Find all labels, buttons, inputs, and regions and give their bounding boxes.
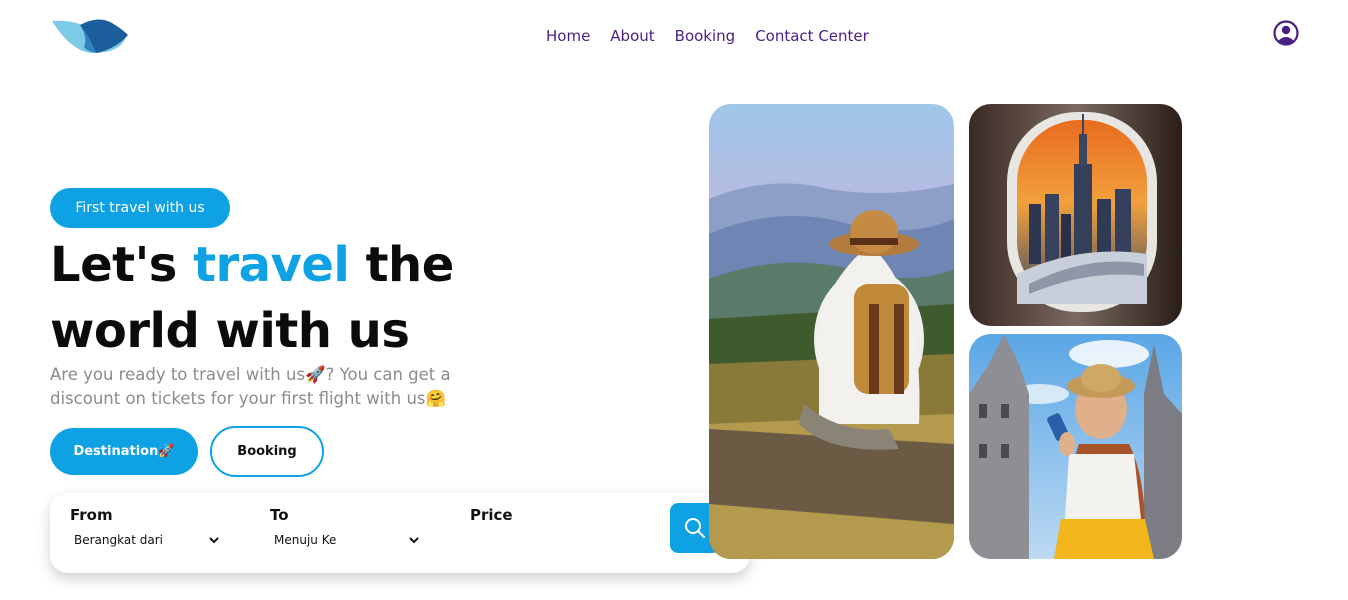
nav-contact-center[interactable]: Contact Center bbox=[755, 27, 869, 45]
first-travel-badge[interactable]: First travel with us bbox=[50, 188, 230, 228]
to-value: Menuju Ke bbox=[274, 533, 337, 547]
nav-about[interactable]: About bbox=[610, 27, 654, 45]
airplane-window-photo bbox=[969, 104, 1182, 326]
from-value: Berangkat dari bbox=[74, 533, 163, 547]
rocket-emoji-icon: 🚀 bbox=[305, 365, 326, 384]
booking-button[interactable]: Booking bbox=[210, 426, 324, 477]
chevron-down-icon bbox=[209, 537, 219, 544]
to-label: To bbox=[270, 506, 289, 524]
search-icon bbox=[685, 518, 706, 539]
from-select[interactable]: Berangkat dari bbox=[70, 530, 220, 550]
hero-subtext: Are you ready to travel with us🚀? You ca… bbox=[50, 363, 470, 411]
rocket-icon: 🚀 bbox=[158, 444, 175, 459]
nav-booking[interactable]: Booking bbox=[675, 27, 736, 45]
headline-accent: travel bbox=[193, 237, 350, 293]
hero-headline: Let's travel the world with us bbox=[50, 232, 610, 364]
nav-home[interactable]: Home bbox=[546, 27, 590, 45]
hug-emoji-icon: 🤗 bbox=[425, 389, 447, 408]
destination-button[interactable]: Destination 🚀 bbox=[50, 428, 198, 475]
brand-logo[interactable] bbox=[50, 17, 130, 55]
from-label: From bbox=[70, 506, 113, 524]
subtext-part-1: Are you ready to travel with us bbox=[50, 365, 306, 384]
destination-label: Destination bbox=[73, 444, 159, 459]
search-card: From Berangkat dari To Menuju Ke Price bbox=[50, 493, 750, 573]
to-select[interactable]: Menuju Ke bbox=[270, 530, 420, 550]
price-label: Price bbox=[470, 506, 513, 524]
headline-text-1: Let's bbox=[50, 237, 194, 293]
hiker-photo bbox=[709, 104, 954, 559]
chevron-down-icon bbox=[409, 537, 419, 544]
main-nav: Home About Booking Contact Center bbox=[546, 27, 869, 45]
user-circle-icon[interactable] bbox=[1273, 20, 1299, 46]
tourist-photo bbox=[969, 334, 1182, 559]
